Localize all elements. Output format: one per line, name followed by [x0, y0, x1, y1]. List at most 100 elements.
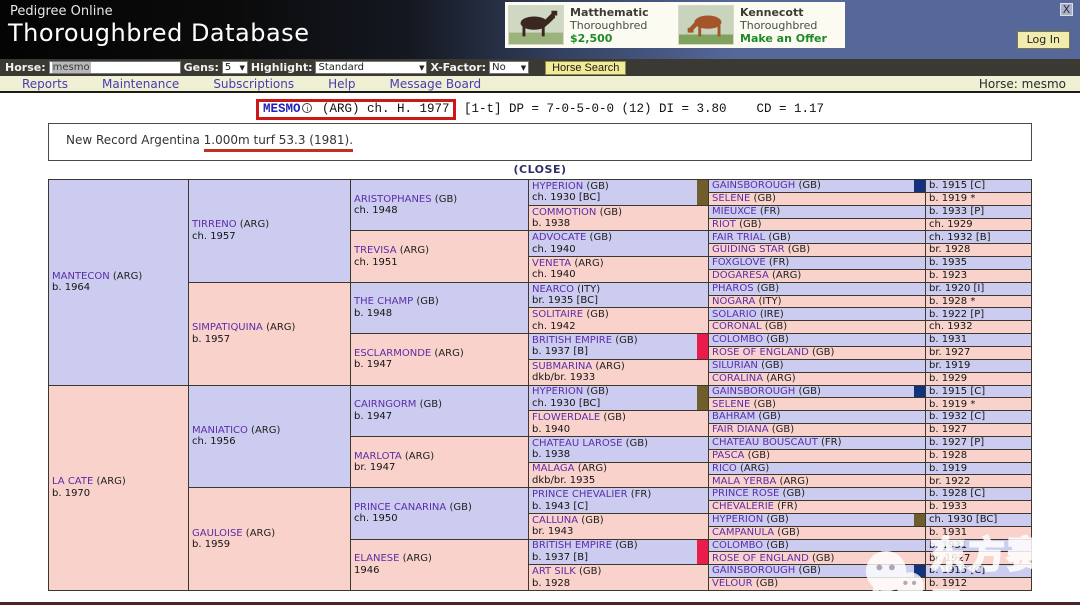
horse-link[interactable]: MIEUXCE	[712, 206, 757, 217]
horse-link[interactable]: HYPERION	[532, 386, 583, 397]
ad-horse-name: Kennecott	[740, 6, 827, 19]
horse-country: (ARG)	[592, 361, 625, 372]
highlight-label: Highlight:	[251, 61, 313, 74]
horse-link[interactable]: FOXGLOVE	[712, 257, 766, 268]
horse-link[interactable]: SIMPATIQUINA	[192, 322, 263, 333]
horse-link[interactable]: ARISTOPHANES	[354, 194, 432, 205]
horse-link[interactable]: FAIR TRIAL	[712, 232, 765, 243]
horse-link[interactable]: MALAGA	[532, 463, 575, 474]
info-icon[interactable]: i	[302, 103, 312, 113]
horse-info: 1946	[354, 565, 528, 577]
pedigree-cell-gen4: NEARCO (ITY)br. 1935 [BC]	[529, 283, 708, 308]
horse-link[interactable]: SILURIAN	[712, 360, 758, 371]
horse-link[interactable]: HYPERION	[532, 181, 583, 192]
pedigree-cell-gen3: CAIRNGORM (GB)b. 1947	[351, 386, 528, 436]
horse-link[interactable]: MALA YERBA	[712, 476, 776, 487]
horse-link[interactable]: RIOT	[712, 219, 736, 230]
menu-item-message-board[interactable]: Message Board	[389, 77, 481, 91]
horse-link[interactable]: ROSE OF ENGLAND	[712, 553, 809, 564]
menu-item-help[interactable]: Help	[328, 77, 355, 91]
ad-kennecott[interactable]: Kennecott Thoroughbred Make an Offer	[675, 2, 845, 48]
pedigree-cell-gen3: ESCLARMONDE (ARG)b. 1947	[351, 334, 528, 384]
horse-info: ch. 1940	[532, 244, 708, 256]
horse-search-input[interactable]: mesmo	[49, 61, 181, 74]
horse-link[interactable]: SOLITAIRE	[532, 309, 583, 320]
horse-link[interactable]: PHAROS	[712, 283, 754, 294]
ad-matthematic[interactable]: Matthematic Thoroughbred $2,500	[505, 2, 675, 48]
pedigree-cell-gen4: SOLITAIRE (GB)ch. 1942	[529, 308, 708, 333]
horse-link[interactable]: SELENE	[712, 193, 750, 204]
horse-link[interactable]: PRINCE CANARINA	[354, 502, 446, 513]
horse-link[interactable]: RICO	[712, 463, 737, 474]
horse-name[interactable]: MESMO	[263, 102, 301, 116]
horse-link[interactable]: MANIATICO	[192, 425, 248, 436]
xfactor-select[interactable]: No ▼	[489, 61, 529, 74]
horse-link[interactable]: SOLARIO	[712, 309, 757, 320]
close-icon[interactable]: X	[1060, 3, 1073, 16]
horse-link[interactable]: GAULOISE	[192, 528, 243, 539]
horse-link[interactable]: MARLOTA	[354, 451, 402, 462]
gens-select[interactable]: 5 ▼	[222, 61, 248, 74]
horse-link[interactable]: BAHRAM	[712, 411, 755, 422]
horse-link[interactable]: BRITISH EMPIRE	[532, 335, 612, 346]
pedigree-cell-gen5: RIOT (GB)	[709, 219, 925, 231]
menu-item-maintenance[interactable]: Maintenance	[102, 77, 179, 91]
horse-link[interactable]: NOGARA	[712, 296, 755, 307]
highlight-select[interactable]: Standard ▼	[315, 61, 427, 74]
horse-link[interactable]: NEARCO	[532, 284, 574, 295]
horse-link[interactable]: ESCLARMONDE	[354, 348, 431, 359]
horse-link[interactable]: GAINSBOROUGH	[712, 180, 795, 191]
horse-info: b. 1938	[532, 218, 708, 230]
horse-country: (FR)	[628, 489, 652, 500]
horse-link[interactable]: LA CATE	[52, 476, 93, 487]
menu-item-reports[interactable]: Reports	[22, 77, 68, 91]
horse-link[interactable]: TIRRENO	[192, 219, 237, 230]
horse-link[interactable]: CORALINA	[712, 373, 763, 384]
horse-link[interactable]: THE CHAMP	[354, 296, 413, 307]
horse-link[interactable]: DOGARESA	[712, 270, 769, 281]
pedigree-cell-gen5: CORONAL (GB)	[709, 321, 925, 333]
horse-link[interactable]: BRITISH EMPIRE	[532, 540, 612, 551]
horse-link[interactable]: GAINSBOROUGH	[712, 565, 795, 576]
horse-info: ch. 1940	[532, 269, 708, 281]
horse-info: b. 1932 [C]	[929, 411, 1031, 423]
horse-info: br. 1947	[354, 462, 528, 474]
horse-link[interactable]: HYPERION	[712, 514, 763, 525]
close-link[interactable]: (CLOSE)	[0, 163, 1080, 176]
horse-link[interactable]: CHATEAU BOUSCAUT	[712, 437, 818, 448]
horse-link[interactable]: GAINSBOROUGH	[712, 386, 795, 397]
ad-text: Matthematic Thoroughbred $2,500	[570, 6, 649, 45]
horse-info: b. 1940	[532, 424, 708, 436]
horse-link[interactable]: PRINCE ROSE	[712, 488, 779, 499]
horse-search-button[interactable]: Horse Search	[545, 61, 626, 75]
horse-link[interactable]: COLOMBO	[712, 540, 763, 551]
pedigree-cell-gen4: BRITISH EMPIRE (GB)b. 1937 [B]	[529, 540, 708, 565]
horse-link[interactable]: GUIDING STAR	[712, 244, 785, 255]
horse-link[interactable]: SELENE	[712, 399, 750, 410]
horse-link[interactable]: CHEVALERIE	[712, 501, 774, 512]
horse-link[interactable]: ELANESE	[354, 553, 399, 564]
horse-link[interactable]: TREVISA	[354, 245, 397, 256]
horse-link[interactable]: VENETA	[532, 258, 571, 269]
horse-link[interactable]: CAMPANULA	[712, 527, 774, 538]
horse-link[interactable]: VELOUR	[712, 578, 753, 589]
horse-link[interactable]: SUBMARINA	[532, 361, 592, 372]
horse-link[interactable]: PASCA	[712, 450, 744, 461]
horse-link[interactable]: ROSE OF ENGLAND	[712, 347, 809, 358]
horse-link[interactable]: CORONAL	[712, 321, 762, 332]
horse-link[interactable]: COMMOTION	[532, 207, 596, 218]
horse-link[interactable]: CHATEAU LAROSE	[532, 438, 622, 449]
horse-photo	[508, 5, 564, 45]
horse-link[interactable]: FLOWERDALE	[532, 412, 600, 423]
horse-link[interactable]: ART SILK	[532, 566, 576, 577]
menu-item-subscriptions[interactable]: Subscriptions	[213, 77, 294, 91]
horse-link[interactable]: MANTECON	[52, 271, 110, 282]
login-button[interactable]: Log In	[1017, 31, 1070, 49]
horse-link[interactable]: FAIR DIANA	[712, 424, 769, 435]
horse-link[interactable]: COLOMBO	[712, 334, 763, 345]
horse-link[interactable]: CAIRNGORM	[354, 399, 416, 410]
pedigree-cell-gen2: MANIATICO (ARG)ch. 1956	[189, 386, 350, 488]
horse-link[interactable]: PRINCE CHEVALIER	[532, 489, 628, 500]
horse-link[interactable]: CALLUNA	[532, 515, 578, 526]
horse-link[interactable]: ADVOCATE	[532, 232, 586, 243]
